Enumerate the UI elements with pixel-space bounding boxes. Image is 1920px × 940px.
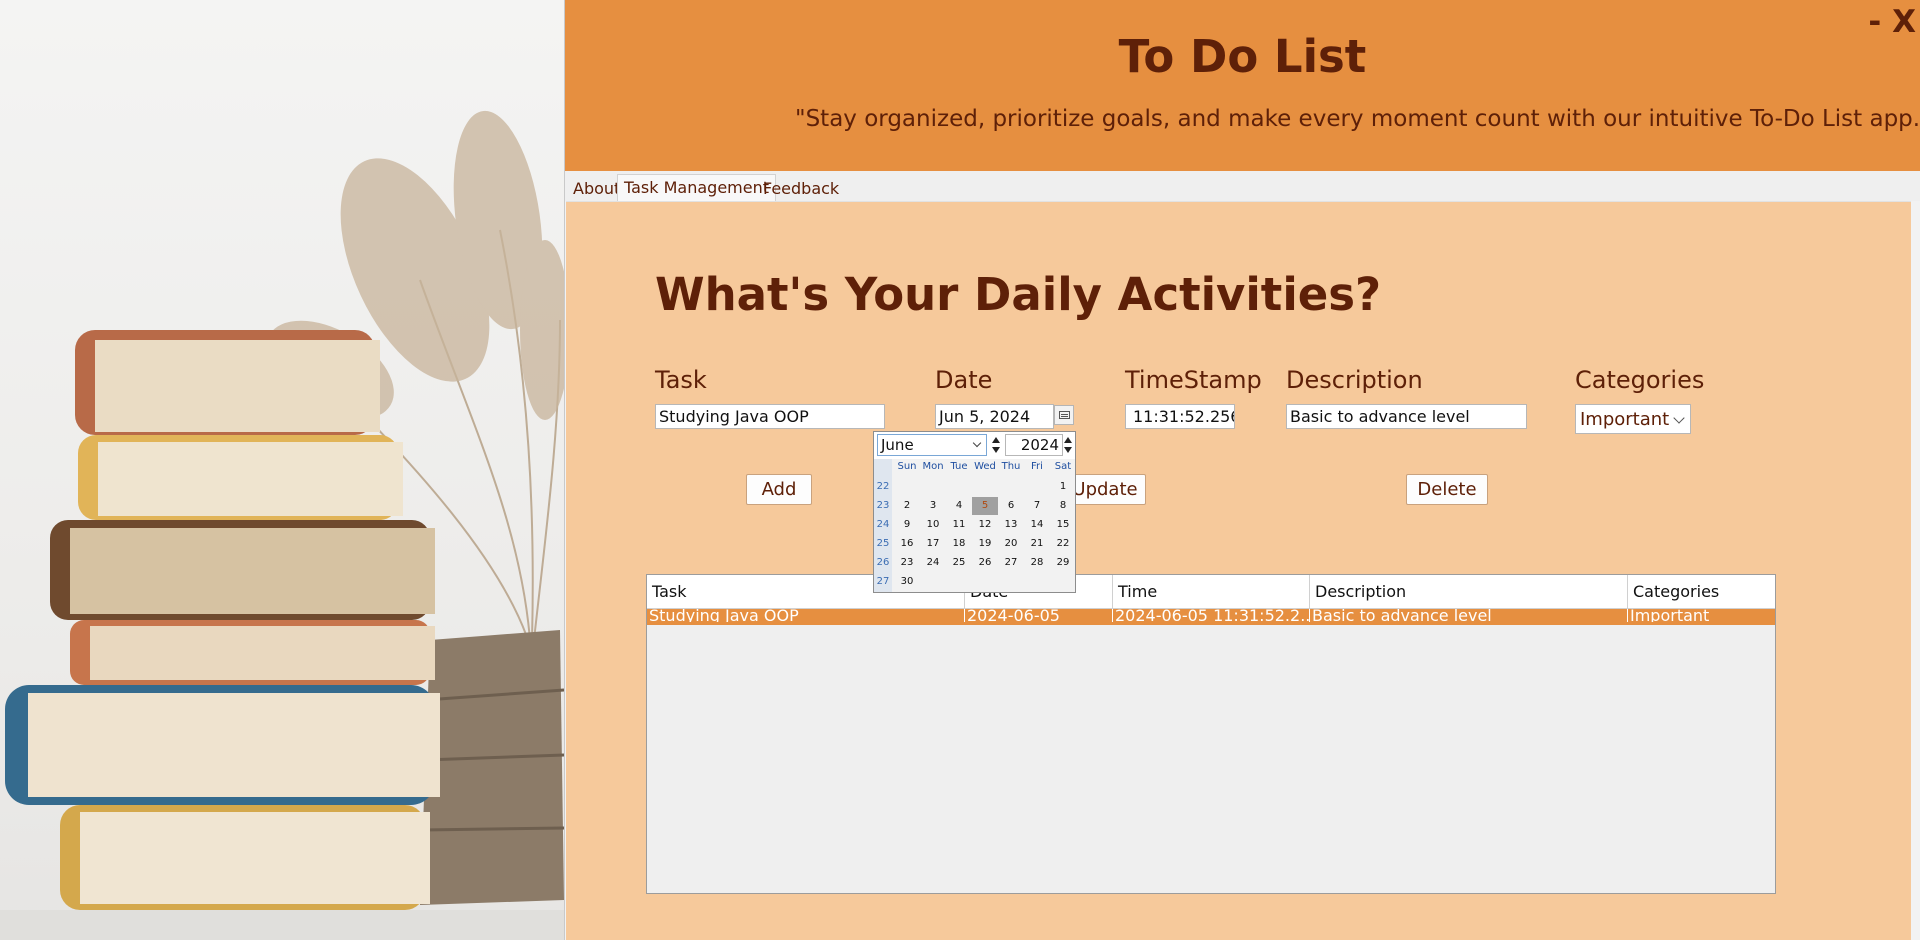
app-tagline: "Stay organized, prioritize goals, and m… [795, 106, 1920, 132]
table-row[interactable]: Studying Java OOP 2024-06-05 2024-06-05 … [647, 609, 1775, 625]
column-header-time[interactable]: Time [1113, 575, 1310, 609]
category-select[interactable]: Important [1575, 404, 1691, 434]
calendar-day[interactable]: 17 [920, 535, 946, 553]
week-number: 25 [876, 538, 890, 549]
categories-label: Categories [1575, 366, 1705, 394]
column-header-description[interactable]: Description [1310, 575, 1628, 609]
calendar-day[interactable]: 10 [920, 516, 946, 534]
cell-time: 2024-06-05 11:31:52.2... [1113, 609, 1310, 622]
date-label: Date [935, 366, 993, 394]
calendar-day-selected[interactable]: 5 [972, 497, 998, 515]
update-button[interactable]: Update [1064, 474, 1146, 505]
tab-feedback[interactable]: Feedback [757, 176, 845, 201]
close-button[interactable]: X [1892, 4, 1916, 40]
calendar-day[interactable]: 13 [998, 516, 1024, 534]
description-label: Description [1286, 366, 1423, 394]
calendar-day[interactable]: 26 [972, 554, 998, 572]
year-input[interactable]: 2024 [1005, 434, 1063, 456]
date-input[interactable]: Jun 5, 2024 [935, 404, 1054, 429]
column-header-categories[interactable]: Categories [1628, 575, 1776, 609]
calendar-day[interactable]: 3 [920, 497, 946, 515]
cell-task: Studying Java OOP [647, 609, 965, 622]
month-select[interactable]: June [877, 434, 987, 456]
month-select-value: June [881, 436, 914, 454]
day-header-wed: Wed [974, 461, 996, 472]
day-header-mon: Mon [922, 461, 944, 472]
task-input[interactable]: Studying Java OOP [655, 404, 885, 429]
calendar-day[interactable]: 12 [972, 516, 998, 534]
window-controls: - X [1868, 4, 1916, 40]
chevron-down-icon [972, 438, 982, 448]
add-button[interactable]: Add [746, 474, 812, 505]
category-select-value: Important [1580, 409, 1670, 430]
chevron-down-icon [1673, 412, 1685, 424]
delete-button[interactable]: Delete [1406, 474, 1488, 505]
date-picker-popup: June 2024 Sun Mon Tue Wed Thu Fri Sat 22 23 24 25 2… [873, 431, 1076, 593]
week-number: 27 [876, 576, 890, 587]
month-spinner[interactable] [990, 434, 1002, 456]
calendar-icon [1059, 411, 1070, 419]
day-header-tue: Tue [950, 461, 968, 472]
app-header: To Do List "Stay organized, prioritize g… [565, 0, 1920, 171]
minimize-button[interactable]: - [1868, 4, 1881, 40]
day-header-fri: Fri [1031, 461, 1043, 472]
calendar-button[interactable] [1054, 405, 1074, 425]
task-management-panel: What's Your Daily Activities? Task Date … [566, 201, 1911, 940]
task-label: Task [655, 366, 707, 394]
day-header-sat: Sat [1054, 461, 1072, 472]
calendar-day[interactable]: 4 [946, 497, 972, 515]
calendar-day[interactable]: 6 [998, 497, 1024, 515]
panel-heading: What's Your Daily Activities? [655, 268, 1382, 321]
calendar-day[interactable]: 1 [1050, 478, 1076, 496]
cell-categories: Important [1630, 609, 1710, 622]
week-number: 24 [876, 519, 890, 530]
calendar-day[interactable]: 15 [1050, 516, 1076, 534]
day-header-thu: Thu [1001, 461, 1021, 472]
calendar-day[interactable]: 21 [1024, 535, 1050, 553]
calendar-day[interactable]: 24 [920, 554, 946, 572]
week-number: 26 [876, 557, 890, 568]
tab-bar: About Task Management Feedback [565, 171, 1920, 202]
table-header: Task Date Time Description Categories [647, 575, 1775, 609]
calendar-day[interactable]: 7 [1024, 497, 1050, 515]
year-spinner[interactable] [1062, 434, 1074, 456]
spin-up-icon[interactable] [992, 437, 1000, 443]
calendar-day[interactable]: 11 [946, 516, 972, 534]
calendar-day[interactable]: 18 [946, 535, 972, 553]
description-input[interactable]: Basic to advance level [1286, 404, 1527, 429]
calendar-day[interactable]: 25 [946, 554, 972, 572]
calendar-day[interactable]: 19 [972, 535, 998, 553]
timestamp-label: TimeStamp [1125, 366, 1262, 394]
spin-down-icon[interactable] [992, 447, 1000, 453]
week-number: 22 [876, 481, 890, 492]
cell-description: Basic to advance level [1310, 609, 1628, 622]
task-table[interactable]: Task Date Time Description Categories St… [646, 574, 1776, 894]
day-header-sun: Sun [897, 461, 917, 472]
calendar-day[interactable]: 28 [1024, 554, 1050, 572]
calendar-day[interactable]: 20 [998, 535, 1024, 553]
week-number: 23 [876, 500, 890, 511]
tab-task-management[interactable]: Task Management [617, 174, 777, 202]
calendar-day[interactable]: 22 [1050, 535, 1076, 553]
app-title: To Do List [1118, 30, 1367, 83]
calendar-day[interactable]: 2 [894, 497, 920, 515]
spin-up-icon[interactable] [1064, 437, 1072, 443]
calendar-day[interactable]: 27 [998, 554, 1024, 572]
calendar-day[interactable]: 16 [894, 535, 920, 553]
calendar-day[interactable]: 29 [1050, 554, 1076, 572]
cell-date: 2024-06-05 [965, 609, 1113, 622]
calendar-day[interactable]: 14 [1024, 516, 1050, 534]
timestamp-input[interactable]: 11:31:52.256 [1125, 404, 1235, 429]
calendar-day[interactable]: 8 [1050, 497, 1076, 515]
calendar-day[interactable]: 9 [894, 516, 920, 534]
decorative-books-photo [0, 0, 564, 940]
calendar-day[interactable]: 23 [894, 554, 920, 572]
calendar-day[interactable]: 30 [894, 573, 920, 591]
spin-down-icon[interactable] [1064, 447, 1072, 453]
